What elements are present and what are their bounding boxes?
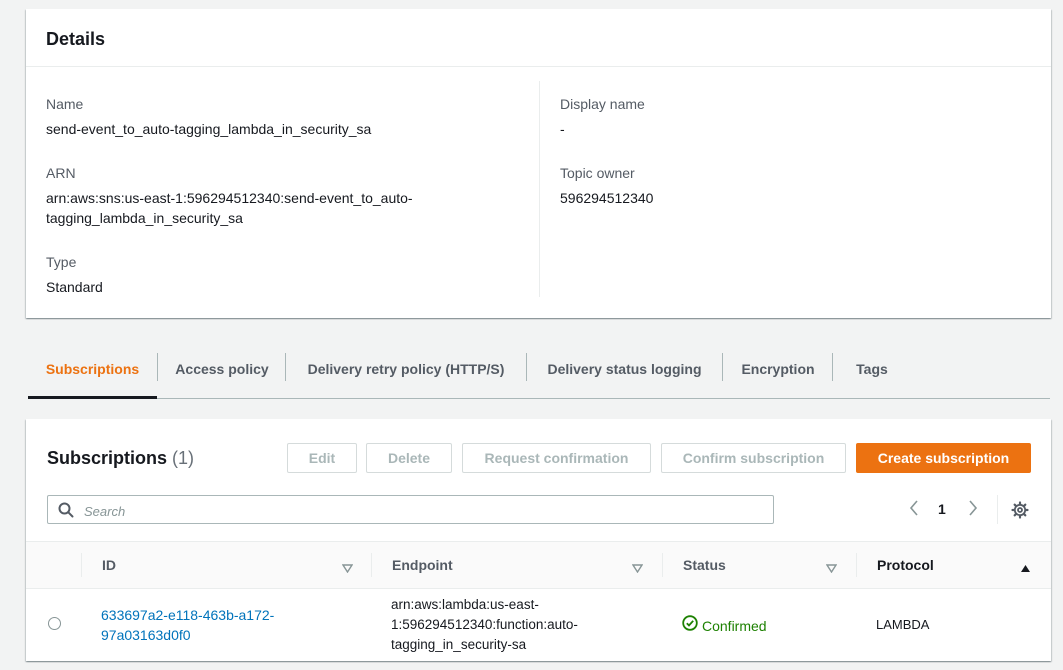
- pager-divider: [997, 495, 998, 524]
- name-label: Name: [46, 96, 84, 112]
- create-subscription-button[interactable]: Create subscription: [856, 443, 1031, 473]
- column-header-protocol[interactable]: Protocol: [877, 557, 934, 573]
- subscriptions-panel: Subscriptions (1) Edit Delete Request co…: [26, 419, 1051, 661]
- gear-icon[interactable]: [1011, 501, 1029, 522]
- tab-access-policy[interactable]: Access policy: [158, 350, 286, 396]
- page-number[interactable]: 1: [938, 501, 946, 517]
- delete-button[interactable]: Delete: [366, 443, 452, 473]
- column-separator: [662, 553, 663, 577]
- topic-owner-value: 596294512340: [560, 190, 654, 206]
- type-value: Standard: [46, 279, 103, 295]
- column-header-id[interactable]: ID: [102, 557, 116, 573]
- tab-delivery-retry-policy[interactable]: Delivery retry policy (HTTP/S): [286, 350, 526, 396]
- tab-delivery-status-logging[interactable]: Delivery status logging: [527, 350, 722, 396]
- endpoint-line2: 1:596294512340:function:auto-: [391, 617, 578, 632]
- subscription-id-line2[interactable]: 97a03163d0f0: [101, 625, 274, 645]
- subscription-id-link[interactable]: 633697a2-e118-463b-a172- 97a03163d0f0: [101, 605, 274, 645]
- edit-button[interactable]: Edit: [287, 443, 357, 473]
- check-circle-icon: [682, 615, 698, 636]
- request-confirmation-button[interactable]: Request confirmation: [462, 443, 651, 473]
- tab-tags[interactable]: Tags: [833, 350, 911, 396]
- sort-up-icon[interactable]: [1020, 560, 1031, 578]
- details-panel: Details Name send-event_to_auto-tagging_…: [26, 9, 1051, 318]
- arn-value-line2: tagging_lambda_in_security_sa: [46, 210, 243, 226]
- sort-down-icon[interactable]: [341, 560, 354, 578]
- status-cell: Confirmed: [682, 615, 767, 636]
- column-header-endpoint[interactable]: Endpoint: [392, 557, 453, 573]
- subscriptions-count: (1): [172, 448, 195, 468]
- row-select-radio[interactable]: [48, 617, 61, 630]
- column-separator: [81, 553, 82, 577]
- search-icon: [58, 502, 74, 523]
- subscriptions-title: Subscriptions (1): [47, 448, 194, 469]
- endpoint-line3: tagging_in_security-sa: [391, 637, 527, 652]
- column-separator: [371, 553, 372, 577]
- topic-owner-label: Topic owner: [560, 165, 635, 181]
- table-header: ID Endpoint Status Protocol: [26, 541, 1051, 589]
- tab-bar: Subscriptions Access policy Delivery ret…: [28, 350, 1050, 399]
- name-value: send-event_to_auto-tagging_lambda_in_sec…: [46, 121, 372, 137]
- type-label: Type: [46, 254, 77, 270]
- display-name-label: Display name: [560, 96, 645, 112]
- search-box[interactable]: [47, 495, 774, 524]
- search-input[interactable]: [82, 500, 766, 522]
- details-title: Details: [26, 9, 1051, 67]
- arn-label: ARN: [46, 165, 76, 181]
- confirm-subscription-button[interactable]: Confirm subscription: [661, 443, 846, 473]
- details-left-column: Name send-event_to_auto-tagging_lambda_i…: [46, 81, 526, 321]
- status-text: Confirmed: [702, 617, 767, 634]
- sort-down-icon[interactable]: [631, 560, 644, 578]
- endpoint-line1: arn:aws:lambda:us-east-: [391, 597, 539, 612]
- arn-value: arn:aws:sns:us-east-1:596294512340:send-…: [46, 188, 526, 228]
- details-right-column: Display name - Topic owner 596294512340: [560, 81, 1020, 232]
- endpoint-cell: arn:aws:lambda:us-east- 1:596294512340:f…: [391, 595, 578, 655]
- previous-page-icon[interactable]: [908, 499, 920, 520]
- sort-down-icon[interactable]: [825, 560, 838, 578]
- subscriptions-title-text: Subscriptions: [47, 448, 168, 468]
- subscription-id-line1[interactable]: 633697a2-e118-463b-a172-: [101, 605, 274, 625]
- table-row[interactable]: 633697a2-e118-463b-a172- 97a03163d0f0 ar…: [26, 589, 1051, 661]
- column-separator: [856, 553, 857, 577]
- display-name-value: -: [560, 121, 565, 137]
- tab-subscriptions[interactable]: Subscriptions: [28, 350, 157, 399]
- column-header-status[interactable]: Status: [683, 557, 726, 573]
- tab-encryption[interactable]: Encryption: [723, 350, 833, 396]
- column-divider: [539, 81, 540, 297]
- next-page-icon[interactable]: [967, 499, 979, 520]
- protocol-cell: LAMBDA: [876, 617, 930, 632]
- arn-value-line1: arn:aws:sns:us-east-1:596294512340:send-…: [46, 190, 413, 206]
